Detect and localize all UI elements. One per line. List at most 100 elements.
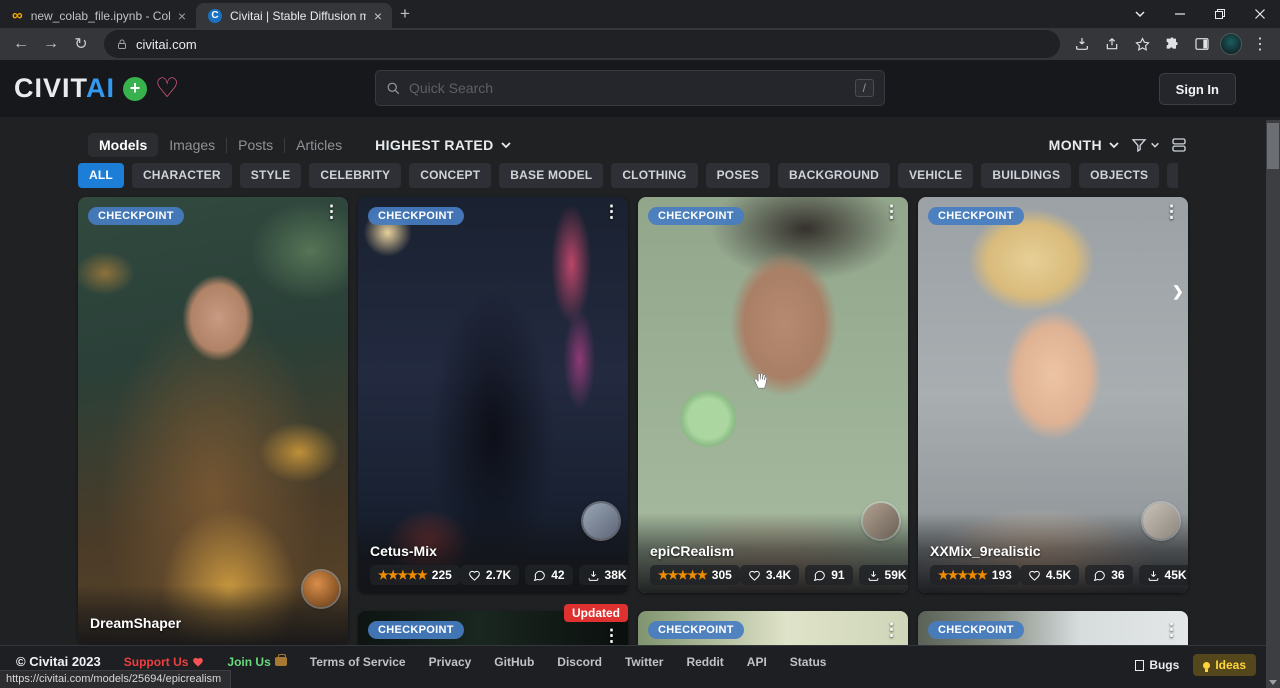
tab-articles[interactable]: Articles [285, 133, 353, 157]
category-chip[interactable]: BACKGROUND [778, 163, 890, 188]
side-panel-icon[interactable] [1190, 32, 1214, 56]
tab-search-chevron-icon[interactable] [1120, 0, 1160, 28]
quick-search[interactable]: / [375, 70, 885, 106]
profile-avatar[interactable] [1220, 33, 1242, 55]
updated-badge: Updated [564, 604, 628, 622]
favorites-heart-icon[interactable]: ♡ [155, 75, 179, 102]
category-chip[interactable]: BASE MODEL [499, 163, 603, 188]
new-tab-button[interactable]: + [400, 4, 410, 24]
heart-icon [1028, 569, 1041, 582]
tab-civitai[interactable]: C Civitai | Stable Diffusion models, × [196, 3, 392, 28]
discord-link[interactable]: Discord [557, 655, 602, 669]
category-chip-all[interactable]: ALL [78, 163, 124, 188]
github-link[interactable]: GitHub [494, 655, 534, 669]
model-card-cetus-mix[interactable]: CHECKPOINT ⋮ Cetus-Mix ★★★★★ 225 [358, 197, 628, 593]
card-menu-icon[interactable]: ⋮ [323, 203, 340, 220]
model-card-epicrealism[interactable]: CHECKPOINT ⋮ epiCRealism ★★★★★ 305 [638, 197, 908, 593]
forward-button[interactable]: → [38, 31, 64, 57]
chips-scroll-right-icon[interactable]: ❯ [1172, 283, 1184, 300]
model-title: epiCRealism [650, 543, 896, 559]
period-dropdown[interactable]: MONTH [1049, 137, 1120, 153]
category-chip[interactable]: BUILDINGS [981, 163, 1071, 188]
address-bar[interactable]: civitai.com [104, 30, 1060, 58]
card-menu-icon[interactable]: ⋮ [883, 621, 900, 638]
search-input[interactable] [409, 80, 847, 96]
status-link[interactable]: Status [790, 655, 827, 669]
checkpoint-badge: CHECKPOINT [928, 621, 1024, 639]
creator-avatar[interactable] [583, 503, 619, 539]
filter-dropdown[interactable] [1130, 136, 1160, 154]
sign-in-button[interactable]: Sign In [1159, 73, 1236, 105]
likes-count: 2.7K [486, 568, 511, 582]
category-chip[interactable]: ANIMAL [1167, 163, 1178, 188]
scrollbar-down-arrow-icon[interactable] [1269, 680, 1277, 685]
create-plus-icon[interactable]: + [123, 77, 147, 101]
card-menu-icon[interactable]: ⋮ [883, 203, 900, 220]
bugs-button[interactable]: Bugs [1135, 658, 1179, 672]
tab-close-icon[interactable]: × [374, 8, 382, 24]
join-us-link[interactable]: Join Us [227, 655, 286, 669]
tab-close-icon[interactable]: × [178, 8, 186, 24]
model-card-partial[interactable]: CHECKPOINT ⋮ [918, 611, 1188, 645]
card-menu-icon[interactable]: ⋮ [603, 203, 620, 220]
extensions-icon[interactable] [1160, 32, 1184, 56]
chevron-down-icon [500, 139, 512, 151]
card-menu-icon[interactable]: ⋮ [1163, 621, 1180, 638]
support-us-link[interactable]: Support Us [124, 655, 205, 669]
briefcase-icon [275, 657, 287, 666]
layout-toggle[interactable] [1170, 136, 1188, 154]
sort-dropdown[interactable]: HIGHEST RATED [375, 137, 512, 153]
reddit-link[interactable]: Reddit [686, 655, 723, 669]
category-chip[interactable]: STYLE [240, 163, 302, 188]
minimize-button[interactable] [1160, 0, 1200, 28]
reload-button[interactable]: ↻ [68, 31, 94, 57]
likes-count: 3.4K [766, 568, 791, 582]
ideas-button[interactable]: Ideas [1193, 654, 1256, 676]
lightbulb-icon [1203, 662, 1210, 669]
browser-menu-icon[interactable]: ⋮ [1248, 32, 1272, 56]
star-rating-icon: ★★★★★ [938, 568, 987, 582]
content-nav: Models Images Posts Articles HIGHEST RAT… [88, 132, 1188, 158]
civitai-logo[interactable]: CIVITAI + ♡ [14, 73, 179, 104]
install-icon[interactable] [1070, 32, 1094, 56]
lock-icon [116, 38, 128, 51]
card-menu-icon[interactable]: ⋮ [603, 627, 620, 644]
creator-avatar[interactable] [303, 571, 339, 607]
model-card-dreamshaper[interactable]: CHECKPOINT ⋮ DreamShaper [78, 197, 348, 645]
category-chip[interactable]: POSES [706, 163, 770, 188]
tab-posts[interactable]: Posts [227, 133, 284, 157]
tab-colab[interactable]: ∞ new_colab_file.ipynb - Colaborat × [0, 3, 196, 28]
category-chip[interactable]: VEHICLE [898, 163, 973, 188]
card-menu-icon[interactable]: ⋮ [1163, 203, 1180, 220]
model-card-xxmix[interactable]: CHECKPOINT ⋮ XXMix_9realistic ★★★★★ 193 [918, 197, 1188, 593]
back-button[interactable]: ← [8, 31, 34, 57]
download-icon [587, 569, 600, 582]
restore-button[interactable] [1200, 0, 1240, 28]
creator-avatar[interactable] [863, 503, 899, 539]
tab-models[interactable]: Models [88, 133, 158, 157]
api-link[interactable]: API [747, 655, 767, 669]
filter-funnel-icon [1130, 136, 1148, 154]
toolbar-icons: ⋮ [1070, 32, 1272, 56]
download-icon [1147, 569, 1160, 582]
category-chip[interactable]: CELEBRITY [309, 163, 401, 188]
privacy-link[interactable]: Privacy [429, 655, 472, 669]
category-chip[interactable]: CHARACTER [132, 163, 232, 188]
share-icon[interactable] [1100, 32, 1124, 56]
terms-link[interactable]: Terms of Service [310, 655, 406, 669]
category-chip[interactable]: CONCEPT [409, 163, 491, 188]
model-card-partial[interactable]: CHECKPOINT ⋮ [638, 611, 908, 645]
category-chip[interactable]: CLOTHING [611, 163, 697, 188]
page-scrollbar[interactable] [1266, 120, 1280, 688]
twitter-link[interactable]: Twitter [625, 655, 663, 669]
nav-right-controls: MONTH [1049, 136, 1188, 154]
close-button[interactable] [1240, 0, 1280, 28]
category-chip[interactable]: OBJECTS [1079, 163, 1159, 188]
tab-images[interactable]: Images [158, 133, 226, 157]
bookmark-star-icon[interactable] [1130, 32, 1154, 56]
creator-avatar[interactable] [1143, 503, 1179, 539]
bug-icon [1135, 660, 1144, 671]
scrollbar-thumb[interactable] [1267, 123, 1279, 169]
model-card-partial[interactable]: Updated CHECKPOINT ⋮ [358, 611, 628, 645]
checkpoint-badge: CHECKPOINT [648, 621, 744, 639]
